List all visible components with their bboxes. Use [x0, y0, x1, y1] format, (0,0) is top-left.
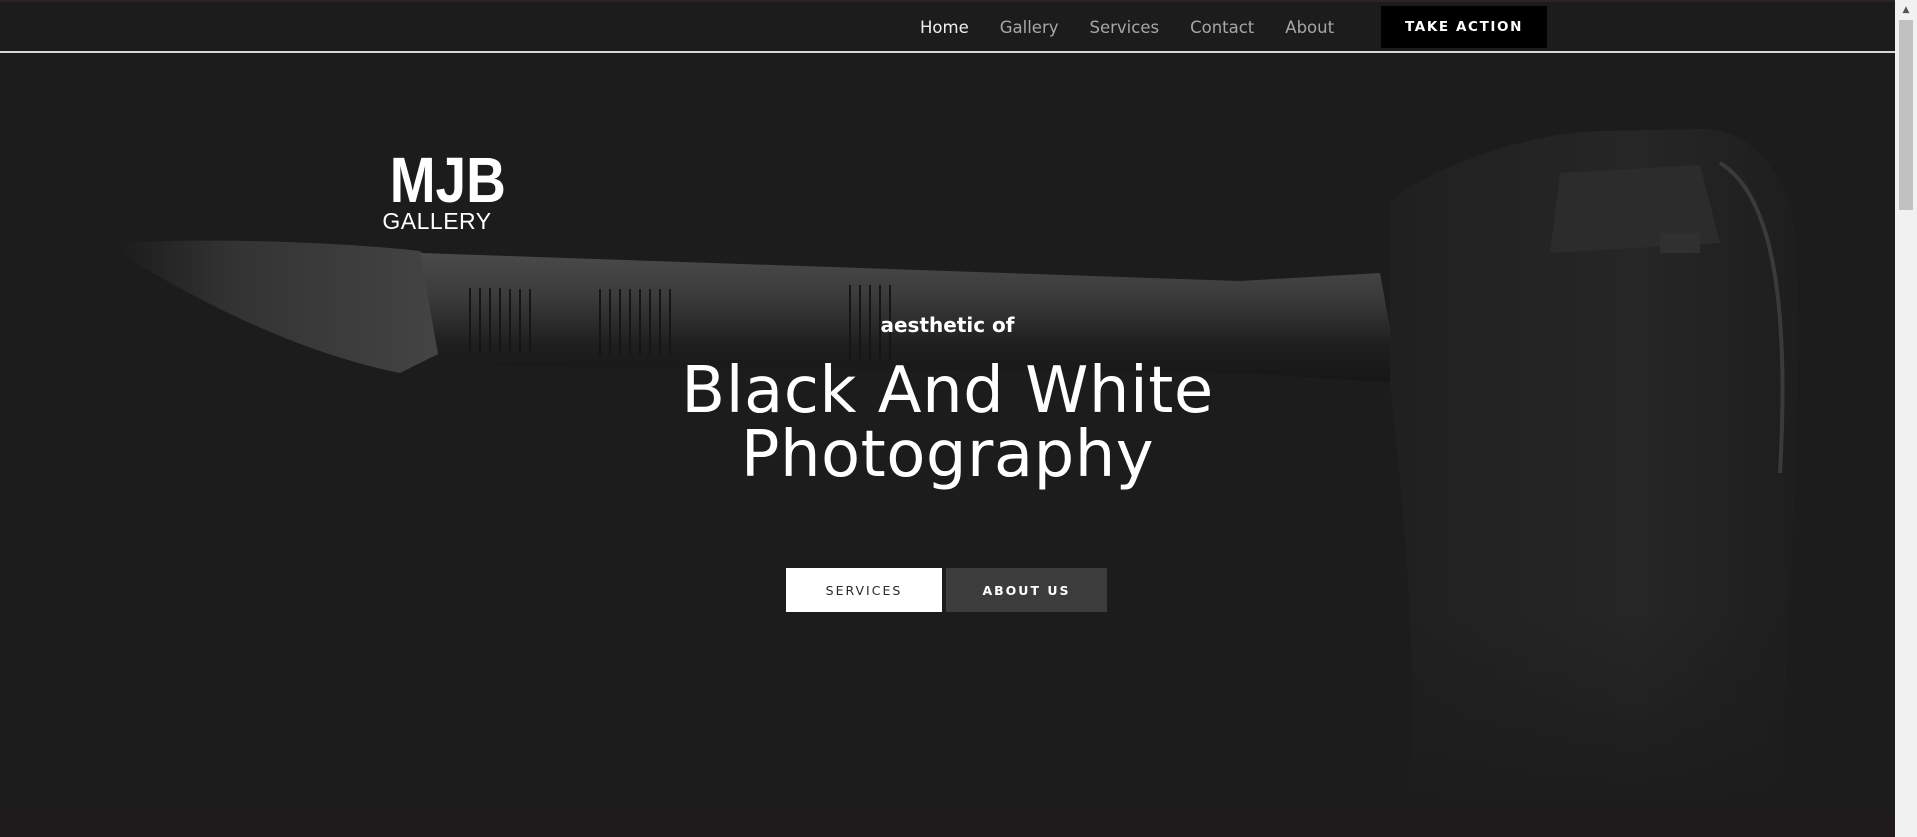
- nav-home[interactable]: Home: [920, 18, 969, 37]
- services-button[interactable]: SERVICES: [786, 568, 942, 612]
- page-scrollbar[interactable]: ▲: [1895, 0, 1917, 837]
- about-us-button[interactable]: ABOUT US: [946, 568, 1107, 612]
- nav-about[interactable]: About: [1285, 18, 1334, 37]
- logo-mjb: MJB: [389, 144, 506, 216]
- nav-gallery[interactable]: Gallery: [1000, 18, 1059, 37]
- hero-title-line-2: Photography: [740, 418, 1155, 492]
- next-section-edge: [0, 810, 1895, 837]
- hero-title: Black And White Photography: [0, 359, 1895, 487]
- hero-eyebrow: aesthetic of: [880, 313, 1015, 337]
- scrollbar-thumb[interactable]: [1899, 20, 1913, 210]
- hero-title-line-1: Black And White: [681, 354, 1214, 428]
- scroll-up-arrow-icon[interactable]: ▲: [1895, 0, 1917, 20]
- site-logo[interactable]: MJB GALLERY: [382, 144, 506, 233]
- nav-links: Home Gallery Services Contact About: [920, 2, 1365, 52]
- nav-services[interactable]: Services: [1090, 18, 1160, 37]
- hero-section: MJB GALLERY aesthetic of Black And White…: [0, 53, 1895, 810]
- page: MJB GALLERY aesthetic of Black And White…: [0, 0, 1917, 837]
- take-action-button[interactable]: TAKE ACTION: [1381, 6, 1547, 48]
- nav-contact[interactable]: Contact: [1190, 18, 1254, 37]
